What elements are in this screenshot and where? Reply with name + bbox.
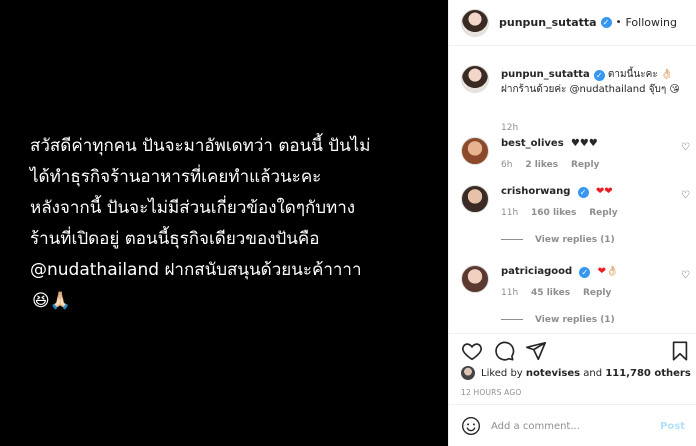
comment-likes[interactable]: 160 likes	[531, 208, 576, 218]
verified-icon: ✓	[579, 267, 591, 278]
verified-icon: ✓	[600, 17, 612, 28]
post-image-message: สวัสดีค่าทุกคน ปันจะมาอัพเดทว่า ตอนนี้ ป…	[30, 136, 371, 280]
liker-avatar[interactable]	[461, 366, 475, 380]
comment-input[interactable]	[491, 420, 661, 432]
comment-line: best_olives ♥♥♥	[501, 138, 598, 149]
liked-by-and: and	[583, 367, 603, 379]
comment-line: crishorwang ✓ ❤❤	[501, 186, 613, 198]
replies-divider	[501, 239, 523, 240]
comment-line: patriciagood ✓ ❤👌🏻	[501, 266, 618, 278]
post-image[interactable]: สวัสดีค่าทุกคน ปันจะมาอัพเดทว่า ตอนนี้ ป…	[0, 0, 448, 446]
comment-avatar[interactable]	[461, 185, 489, 213]
liked-by-prefix: Liked by	[481, 367, 523, 379]
comment-username[interactable]: patriciagood	[501, 266, 572, 277]
share-icon[interactable]	[525, 340, 547, 362]
comment-time[interactable]: 11h	[501, 208, 518, 218]
action-bar	[461, 340, 688, 364]
verified-icon: ✓	[577, 187, 589, 198]
reply-button[interactable]: Reply	[583, 288, 611, 298]
comment-meta: 11h 45 likes Reply	[501, 288, 621, 298]
post-header: punpun_sutatta ✓ • Following	[449, 0, 696, 46]
emoji-icon[interactable]	[461, 416, 481, 436]
author-avatar[interactable]	[461, 8, 489, 37]
post-image-emoji: 😆🙏🏻	[32, 291, 71, 311]
post-side-panel: punpun_sutatta ✓ • Following punpun_suta…	[448, 0, 696, 446]
caption-body: punpun_sutatta ✓ ตามนี้นะคะ 👌🏻 ฝากร้านด้ว…	[501, 67, 691, 97]
likes-summary: Liked by notevises and 111,780 others	[461, 366, 691, 380]
post-comment-button[interactable]: Post	[660, 421, 685, 432]
comment-time[interactable]: 6h	[501, 160, 512, 170]
replies-divider	[501, 319, 523, 320]
liked-by-count[interactable]: 111,780 others	[605, 368, 690, 379]
view-replies-button[interactable]: View replies (1)	[501, 315, 615, 325]
heart-icon[interactable]: ♡	[681, 191, 691, 201]
comment-text: ❤👌🏻	[597, 266, 619, 277]
comment-avatar[interactable]	[461, 265, 489, 293]
comment-username[interactable]: crishorwang	[501, 186, 570, 197]
comment-text: ❤❤	[595, 186, 613, 197]
comment-likes[interactable]: 2 likes	[525, 160, 558, 170]
caption-avatar[interactable]	[461, 65, 489, 93]
caption-time[interactable]: 12h	[501, 123, 518, 133]
comment-time[interactable]: 11h	[501, 288, 518, 298]
view-replies-label: View replies (1)	[535, 315, 615, 325]
comment-icon[interactable]	[493, 340, 515, 362]
comments-list[interactable]: punpun_sutatta ✓ ตามนี้นะคะ 👌🏻 ฝากร้านด้ว…	[449, 47, 696, 333]
heart-icon[interactable]	[461, 340, 483, 362]
verified-icon: ✓	[593, 70, 605, 81]
author-username[interactable]: punpun_sutatta	[499, 16, 597, 29]
post-image-text: สวัสดีค่าทุกคน ปันจะมาอัพเดทว่า ตอนนี้ ป…	[30, 131, 435, 317]
heart-icon[interactable]: ♡	[681, 271, 691, 281]
add-comment-bar: Post	[449, 404, 696, 446]
post-actions: Liked by notevises and 111,780 others 12…	[449, 333, 696, 446]
comment-meta: 6h 2 likes Reply	[501, 160, 609, 170]
post-timestamp[interactable]: 12 HOURS AGO	[461, 388, 521, 397]
reply-button[interactable]: Reply	[571, 160, 599, 170]
liked-by-user[interactable]: notevises	[526, 368, 580, 379]
bookmark-icon[interactable]	[669, 340, 691, 362]
view-replies-button[interactable]: View replies (1)	[501, 235, 615, 245]
reply-button[interactable]: Reply	[589, 208, 617, 218]
comment-likes[interactable]: 45 likes	[531, 288, 570, 298]
following-button[interactable]: Following	[625, 16, 677, 29]
comment-avatar[interactable]	[461, 137, 489, 165]
header-separator: •	[615, 17, 622, 28]
heart-icon[interactable]: ♡	[681, 143, 691, 153]
view-replies-label: View replies (1)	[535, 235, 615, 245]
comment-username[interactable]: best_olives	[501, 138, 564, 149]
instagram-post: สวัสดีค่าทุกคน ปันจะมาอัพเดทว่า ตอนนี้ ป…	[0, 0, 696, 446]
caption-username[interactable]: punpun_sutatta	[501, 69, 590, 80]
comment-meta: 11h 160 likes Reply	[501, 208, 628, 218]
comment-text: ♥♥♥	[570, 138, 598, 149]
